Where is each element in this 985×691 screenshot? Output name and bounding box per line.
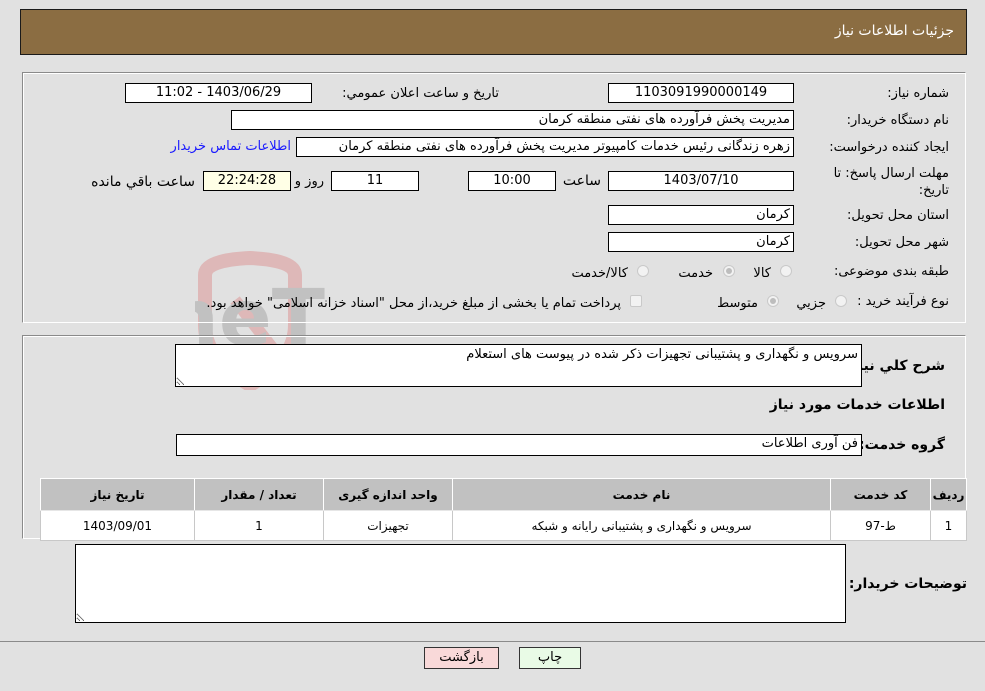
table-header-row: ردیف کد خدمت نام خدمت واحد اندازه گیری ت… xyxy=(40,478,967,511)
summary-textarea[interactable]: سرویس و نگهداری و پشتیبانی تجهیزات ذکر ش… xyxy=(175,344,862,387)
print-button[interactable]: چاپ xyxy=(519,647,581,669)
col-service-code: کد خدمت xyxy=(830,478,931,511)
treasury-checkbox[interactable] xyxy=(630,295,642,307)
treasury-note: پرداخت تمام یا بخشی از مبلغ خرید،از محل … xyxy=(206,296,621,311)
category-radio-goods-service[interactable] xyxy=(637,265,649,277)
buyer-org-label: نام دستگاه خریدار: xyxy=(846,113,949,128)
deadline-time-label: ساعت xyxy=(562,173,601,189)
category-option-goods-service: کالا/خدمت xyxy=(571,266,628,281)
buyer-notes-textarea[interactable] xyxy=(75,544,846,623)
cell-service-code: ط-97 xyxy=(830,510,931,541)
services-table: ردیف کد خدمت نام خدمت واحد اندازه گیری ت… xyxy=(40,478,967,541)
days-label: روز و xyxy=(294,174,324,189)
service-group-label: گروه خدمت: xyxy=(859,437,945,453)
city-label: شهر محل تحویل: xyxy=(854,235,949,250)
col-unit: واحد اندازه گیری xyxy=(323,478,453,511)
table-row: 1 ط-97 سرویس و نگهداری و پشتیبانی رایانه… xyxy=(40,510,967,541)
creator-field: زهره زندگانی رئیس خدمات کامپیوتر مدیریت … xyxy=(296,137,794,157)
page-header: جزئیات اطلاعات نیاز xyxy=(20,9,967,55)
cell-service-name: سرویس و نگهداری و پشتیبانی رایانه و شبکه xyxy=(452,510,831,541)
col-row-number: ردیف xyxy=(930,478,967,511)
col-quantity: تعداد / مقدار xyxy=(194,478,324,511)
process-label: نوع فرآیند خرید : xyxy=(857,294,949,309)
category-radio-goods[interactable] xyxy=(780,265,792,277)
days-remaining-field: 11 xyxy=(331,171,419,191)
buyer-notes-label: توضیحات خریدار: xyxy=(848,576,967,592)
category-label: طبقه بندی موضوعی: xyxy=(833,264,949,279)
announce-date-field: 1403/06/29 - 11:02 xyxy=(125,83,312,103)
col-need-date: تاریخ نیاز xyxy=(40,478,195,511)
cell-row-number: 1 xyxy=(930,510,967,541)
services-section-title: اطلاعات خدمات مورد نیاز xyxy=(769,397,945,413)
remaining-time-field: 22:24:28 xyxy=(203,171,291,191)
deadline-date-field: 1403/07/10 xyxy=(608,171,794,191)
province-label: استان محل تحویل: xyxy=(847,208,949,223)
buyer-org-field: مدیریت پخش فرآورده های نفتی منطقه کرمان xyxy=(231,110,794,130)
city-field: کرمان xyxy=(608,232,794,252)
back-button[interactable]: بازگشت xyxy=(424,647,499,669)
process-radio-medium[interactable] xyxy=(767,295,779,307)
deadline-label: مهلت ارسال پاسخ: تا تاریخ: xyxy=(833,166,949,198)
need-number-label: شماره نیاز: xyxy=(887,86,949,101)
category-option-goods: کالا xyxy=(753,266,771,281)
page-title: جزئیات اطلاعات نیاز xyxy=(834,23,954,39)
process-option-minor: جزیي xyxy=(796,296,826,311)
cell-need-date: 1403/09/01 xyxy=(40,510,195,541)
deadline-time-field: 10:00 xyxy=(468,171,556,191)
cell-unit: تجهیزات xyxy=(323,510,453,541)
footer-divider xyxy=(0,641,985,642)
buyer-contact-link[interactable]: اطلاعات تماس خریدار xyxy=(171,139,291,154)
service-group-field: فن آوری اطلاعات xyxy=(176,434,862,456)
need-details-panel: شماره نیاز: 1103091990000149 تاریخ و ساع… xyxy=(22,72,966,323)
remaining-time-label: ساعت باقي مانده xyxy=(91,174,195,190)
need-number-field: 1103091990000149 xyxy=(608,83,794,103)
creator-label: ایجاد کننده درخواست: xyxy=(829,140,949,155)
process-option-medium: متوسط xyxy=(717,296,758,311)
announce-date-label: تاریخ و ساعت اعلان عمومي: xyxy=(342,86,499,101)
cell-quantity: 1 xyxy=(194,510,324,541)
category-option-service: خدمت xyxy=(678,266,713,281)
col-service-name: نام خدمت xyxy=(452,478,831,511)
category-radio-service[interactable] xyxy=(723,265,735,277)
process-radio-minor[interactable] xyxy=(835,295,847,307)
province-field: کرمان xyxy=(608,205,794,225)
